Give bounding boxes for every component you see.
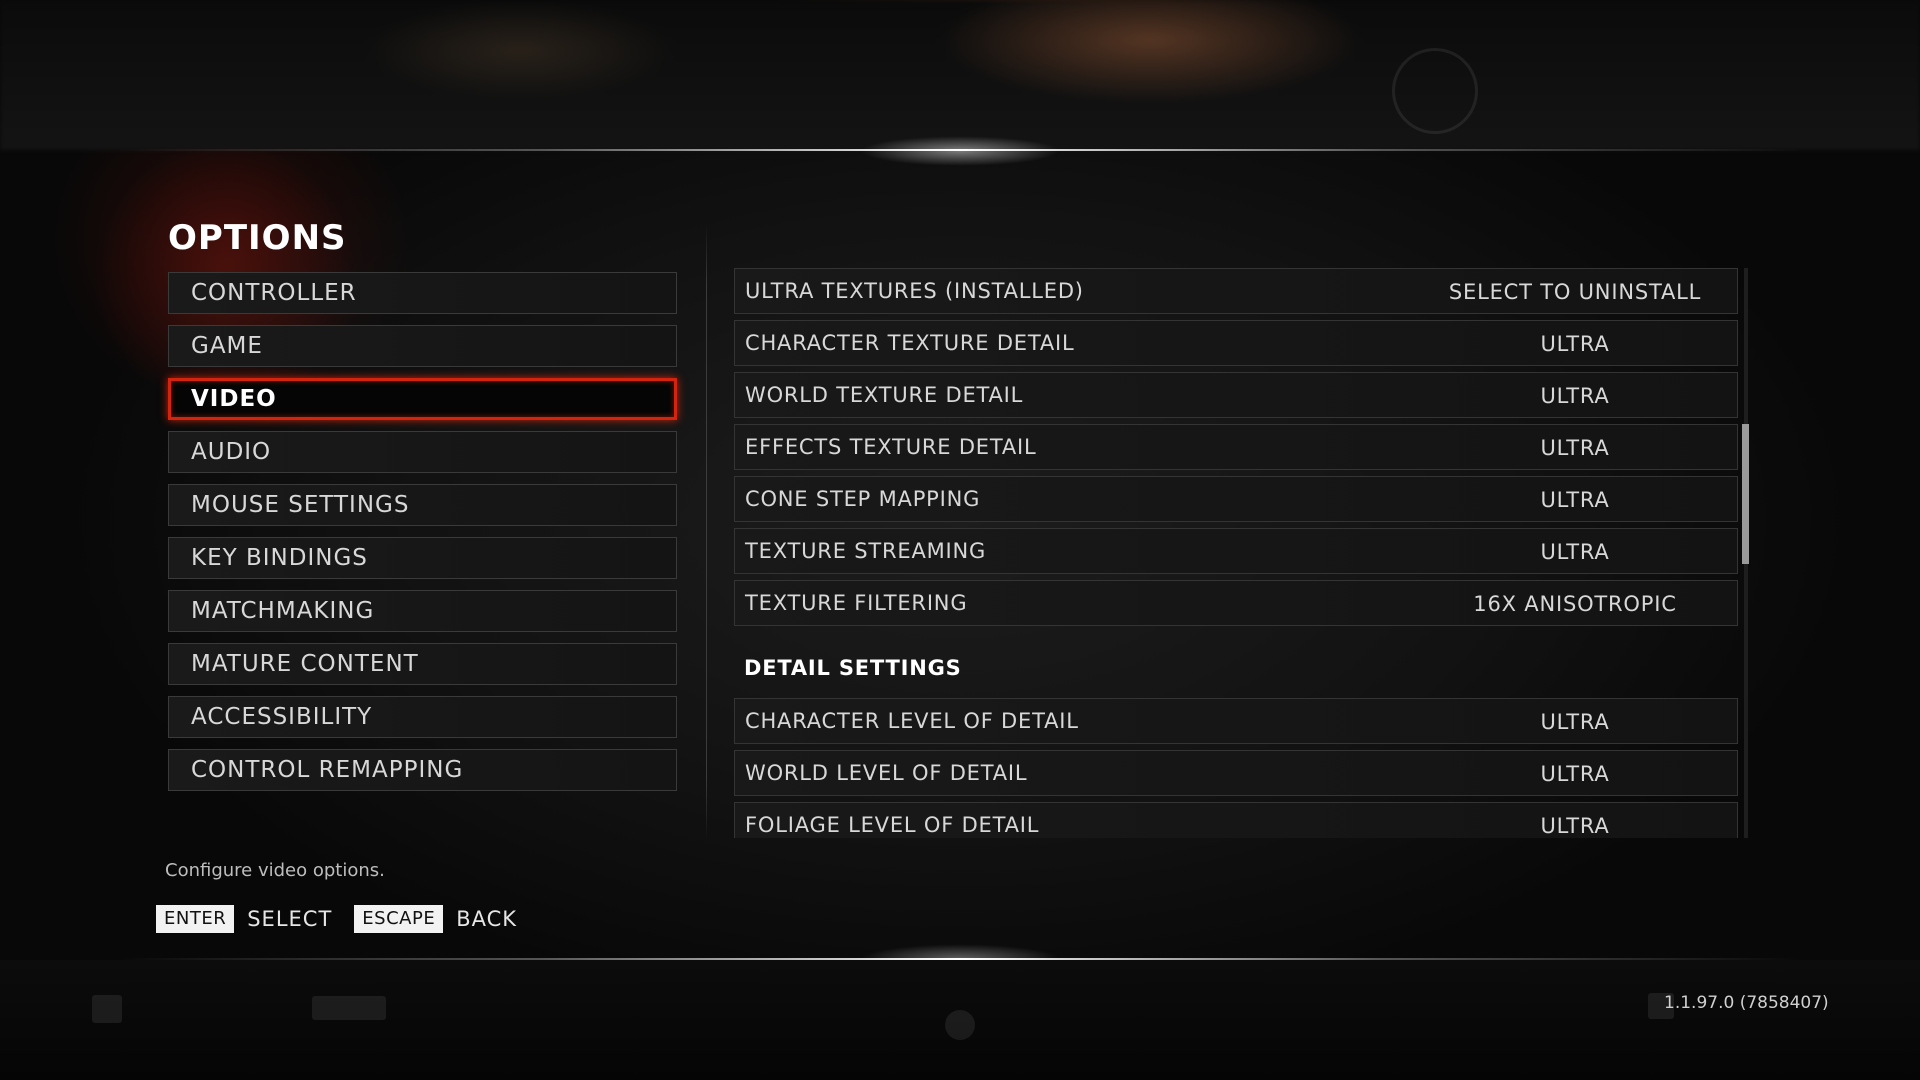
- setting-value: ULTRA: [1540, 540, 1610, 564]
- setting-label: WORLD LEVEL OF DETAIL: [745, 761, 1028, 785]
- menu-item-matchmaking[interactable]: MATCHMAKING: [168, 590, 677, 632]
- menu-item-label: VIDEO: [191, 386, 277, 412]
- setting-label: ULTRA TEXTURES (INSTALLED): [745, 279, 1084, 303]
- page-title: OPTIONS: [168, 218, 347, 258]
- setting-value: ULTRA: [1540, 710, 1610, 734]
- menu-item-label: GAME: [191, 333, 263, 359]
- setting-texture-filtering[interactable]: TEXTURE FILTERING 16X ANISOTROPIC: [734, 580, 1738, 626]
- setting-value: ULTRA: [1540, 384, 1610, 408]
- video-settings-list[interactable]: ULTRA TEXTURES (INSTALLED) SELECT TO UNI…: [734, 268, 1738, 838]
- section-header-label: DETAIL SETTINGS: [744, 656, 962, 680]
- setting-label: TEXTURE STREAMING: [745, 539, 987, 563]
- bottom-bar-decoration: [945, 1010, 975, 1040]
- setting-foliage-level-of-detail[interactable]: FOLIAGE LEVEL OF DETAIL ULTRA: [734, 802, 1738, 838]
- setting-value: ULTRA: [1540, 488, 1610, 512]
- setting-value: SELECT TO UNINSTALL: [1448, 280, 1702, 304]
- menu-item-label: MATCHMAKING: [191, 598, 375, 624]
- menu-item-label: AUDIO: [191, 439, 272, 465]
- setting-value: ULTRA: [1540, 332, 1610, 356]
- setting-label: WORLD TEXTURE DETAIL: [745, 383, 1024, 407]
- options-screen: OPTIONS CONTROLLER GAME VIDEO AUDIO MOUS…: [0, 0, 1920, 1080]
- menu-item-video[interactable]: VIDEO: [168, 378, 677, 420]
- setting-label: CONE STEP MAPPING: [745, 487, 981, 511]
- enter-key-badge[interactable]: ENTER: [156, 905, 235, 933]
- setting-label: CHARACTER LEVEL OF DETAIL: [745, 709, 1079, 733]
- back-hint-label[interactable]: BACK: [456, 907, 517, 931]
- top-divider-glow: [860, 136, 1060, 166]
- setting-value: ULTRA: [1540, 814, 1610, 838]
- panel-divider: [706, 224, 707, 840]
- setting-value: ULTRA: [1540, 762, 1610, 786]
- button-hints: ENTER SELECT ESCAPE BACK: [156, 905, 539, 933]
- menu-item-key-bindings[interactable]: KEY BINDINGS: [168, 537, 677, 579]
- section-header-detail-settings: DETAIL SETTINGS: [734, 632, 1738, 698]
- menu-item-control-remapping[interactable]: CONTROL REMAPPING: [168, 749, 677, 791]
- setting-cone-step-mapping[interactable]: CONE STEP MAPPING ULTRA: [734, 476, 1738, 522]
- options-menu: CONTROLLER GAME VIDEO AUDIO MOUSE SETTIN…: [168, 272, 677, 802]
- bottom-bar-decoration: [92, 995, 122, 1023]
- menu-description: Configure video options.: [165, 860, 385, 881]
- setting-world-texture-detail[interactable]: WORLD TEXTURE DETAIL ULTRA: [734, 372, 1738, 418]
- version-label: 1.1.97.0 (7858407): [1664, 993, 1829, 1013]
- setting-world-level-of-detail[interactable]: WORLD LEVEL OF DETAIL ULTRA: [734, 750, 1738, 796]
- menu-item-label: ACCESSIBILITY: [191, 704, 373, 730]
- menu-item-game[interactable]: GAME: [168, 325, 677, 367]
- menu-item-label: KEY BINDINGS: [191, 545, 368, 571]
- setting-value: 16X ANISOTROPIC: [1473, 592, 1677, 616]
- background-scene: [0, 0, 1920, 150]
- settings-scrollbar-thumb[interactable]: [1742, 424, 1749, 564]
- setting-effects-texture-detail[interactable]: EFFECTS TEXTURE DETAIL ULTRA: [734, 424, 1738, 470]
- setting-label: EFFECTS TEXTURE DETAIL: [745, 435, 1037, 459]
- setting-character-texture-detail[interactable]: CHARACTER TEXTURE DETAIL ULTRA: [734, 320, 1738, 366]
- menu-item-label: MOUSE SETTINGS: [191, 492, 410, 518]
- bottom-bar: [0, 960, 1920, 1080]
- menu-item-accessibility[interactable]: ACCESSIBILITY: [168, 696, 677, 738]
- menu-item-label: MATURE CONTENT: [191, 651, 419, 677]
- menu-item-mouse-settings[interactable]: MOUSE SETTINGS: [168, 484, 677, 526]
- setting-character-level-of-detail[interactable]: CHARACTER LEVEL OF DETAIL ULTRA: [734, 698, 1738, 744]
- menu-item-audio[interactable]: AUDIO: [168, 431, 677, 473]
- setting-ultra-textures[interactable]: ULTRA TEXTURES (INSTALLED) SELECT TO UNI…: [734, 268, 1738, 314]
- setting-label: FOLIAGE LEVEL OF DETAIL: [745, 813, 1040, 837]
- menu-item-mature-content[interactable]: MATURE CONTENT: [168, 643, 677, 685]
- escape-key-badge[interactable]: ESCAPE: [354, 905, 444, 933]
- bottom-bar-decoration: [312, 996, 386, 1020]
- menu-item-controller[interactable]: CONTROLLER: [168, 272, 677, 314]
- setting-texture-streaming[interactable]: TEXTURE STREAMING ULTRA: [734, 528, 1738, 574]
- menu-item-label: CONTROLLER: [191, 280, 357, 306]
- menu-item-label: CONTROL REMAPPING: [191, 757, 464, 783]
- background-emblem: [1392, 48, 1478, 134]
- setting-value: ULTRA: [1540, 436, 1610, 460]
- select-hint-label[interactable]: SELECT: [247, 907, 332, 931]
- setting-label: TEXTURE FILTERING: [745, 591, 968, 615]
- setting-label: CHARACTER TEXTURE DETAIL: [745, 331, 1075, 355]
